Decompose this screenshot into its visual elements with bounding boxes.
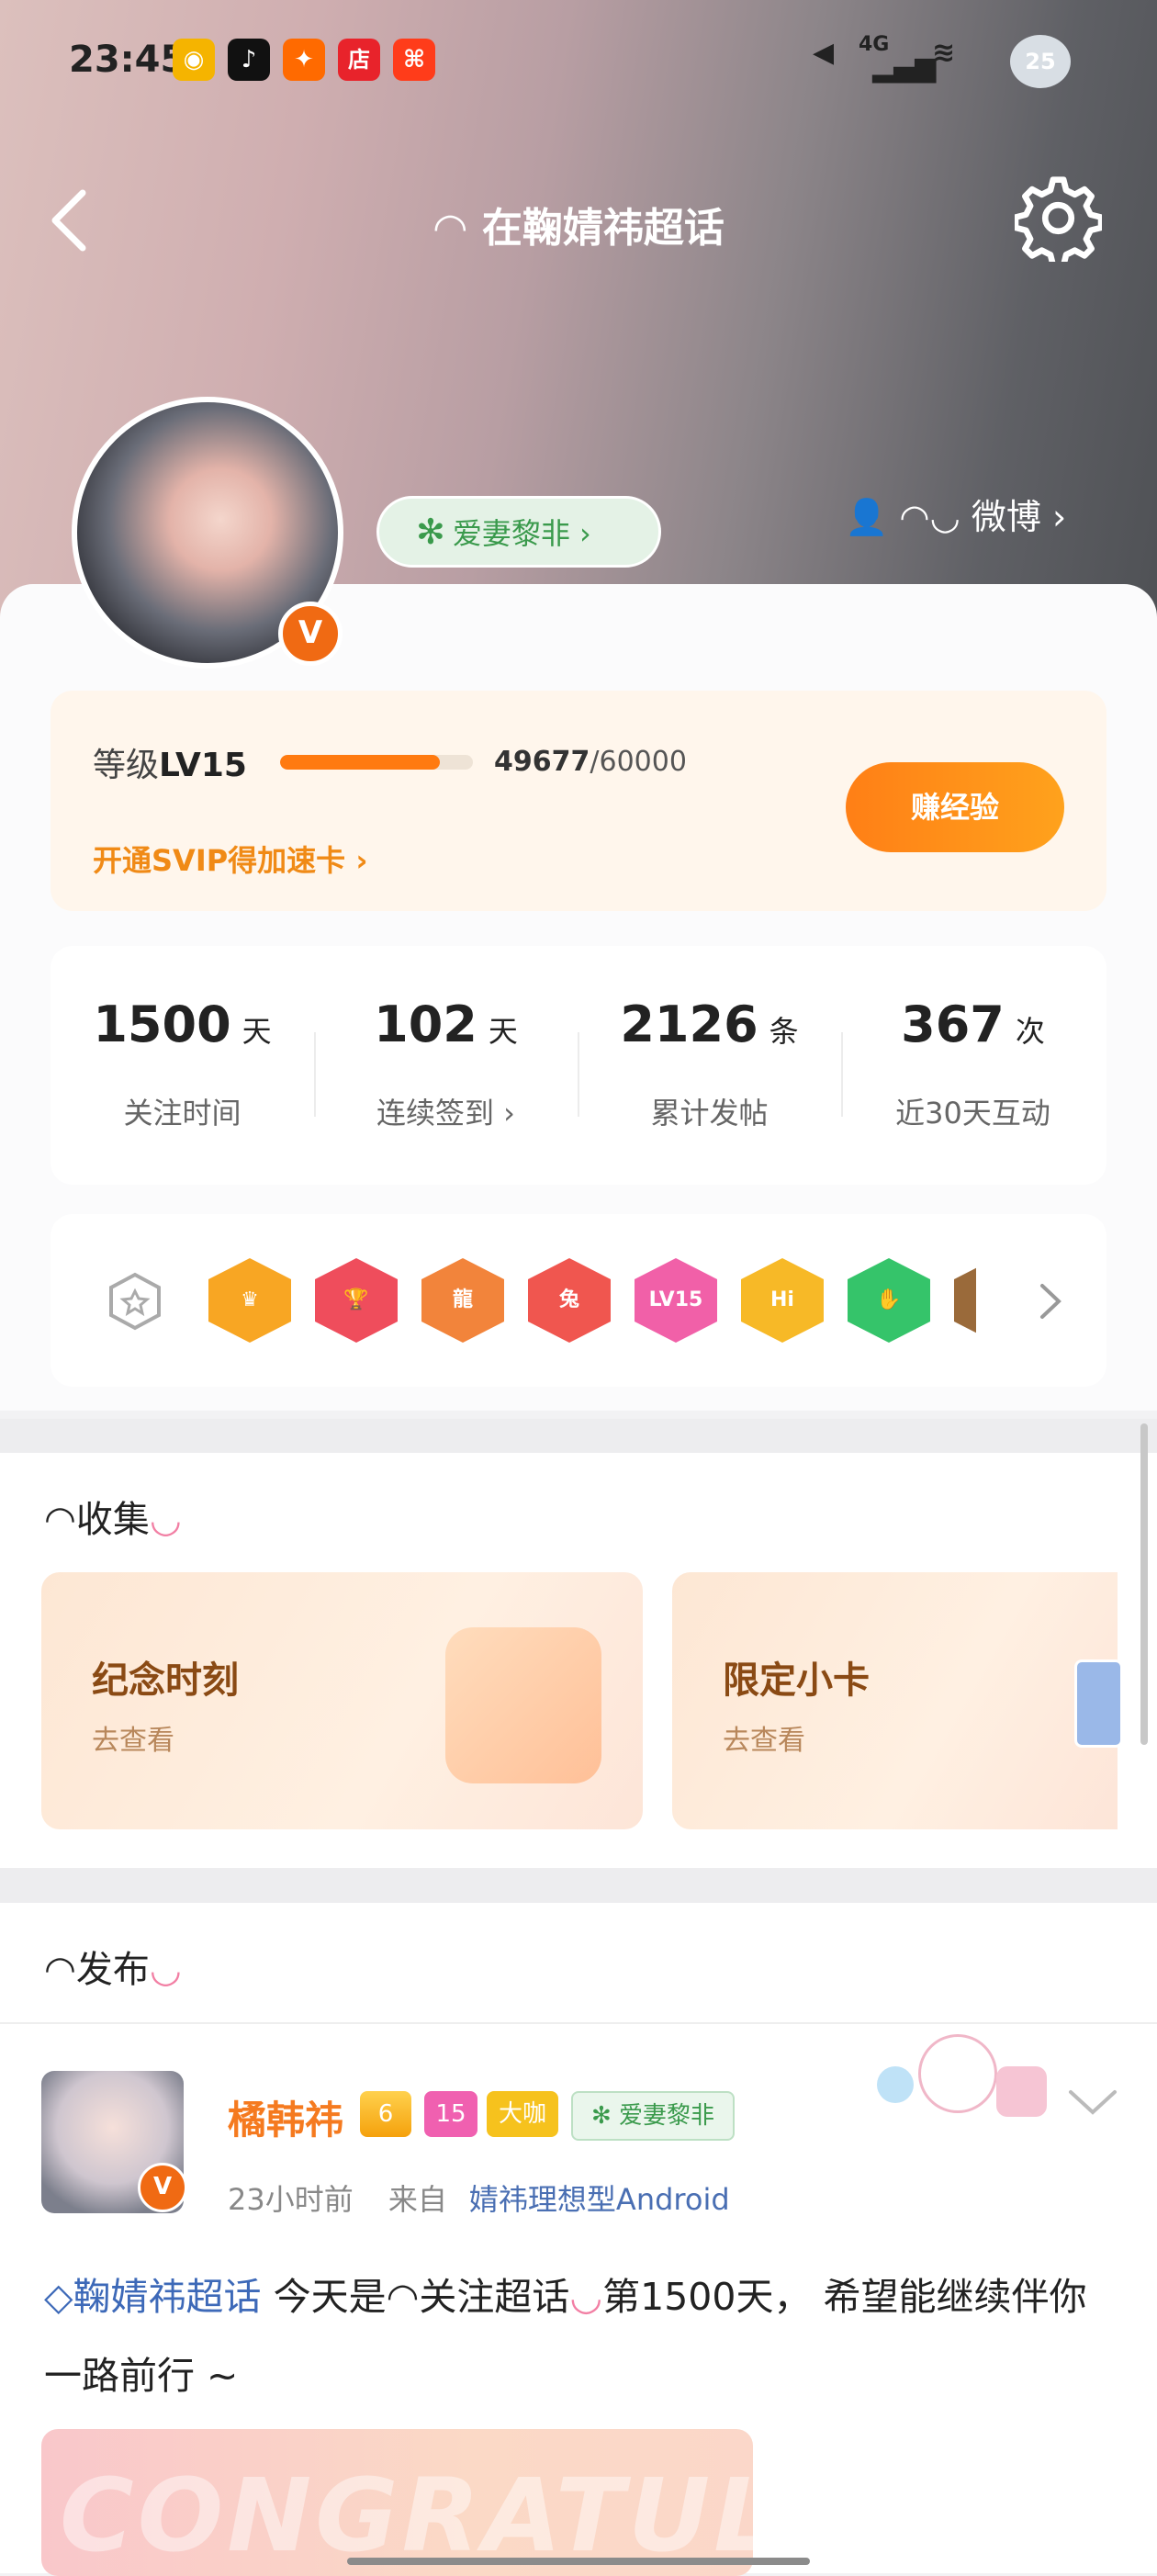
user-icon: 👤	[845, 497, 889, 537]
topic-link[interactable]: ◇鞠婧祎超话	[44, 2275, 262, 2319]
section-divider	[0, 1419, 1157, 1453]
dragon-medal-icon: 龍	[421, 1258, 504, 1350]
battery-icon: 25	[1010, 35, 1071, 88]
verified-badge-icon: V	[278, 602, 343, 666]
level-progress-fill	[280, 755, 440, 770]
stats-panel: 1500 天 关注时间 102 天 连续签到 › 2126 条 累计发帖 367 次 近…	[51, 946, 1106, 1185]
diamond-icon: ◇	[44, 2275, 73, 2319]
scrollbar[interactable]	[1140, 1423, 1148, 1745]
bun-icon: ◠◡	[899, 497, 960, 537]
post-text: ◇鞠婧祎超话 今天是◠关注超话◡第1500天， 希望能继续伴你一路前行 ~	[44, 2275, 1087, 2398]
crown-medal-icon: ♛	[208, 1258, 291, 1350]
calendar-icon	[445, 1627, 601, 1783]
crown-level-badge-icon: 6	[360, 2091, 411, 2137]
weibo-icon: ◉	[173, 39, 215, 81]
hello-kitty-decoration-icon	[877, 2030, 1061, 2121]
vip-badge: 大咖	[487, 2091, 558, 2137]
divider	[0, 2022, 1157, 2024]
hi-medal-icon: Hi	[741, 1258, 824, 1350]
collect-section: ◠收集◡ 纪念时刻 去查看 限定小卡 去查看	[0, 1453, 1157, 1868]
stat-posts: 2126 条 累计发帖	[620, 996, 799, 1131]
home-indicator[interactable]	[347, 2558, 810, 2565]
level-card: 等级LV15 49677/60000 开通SVIP得加速卡 › 赚经验	[51, 691, 1106, 911]
photo-card-icon	[1074, 1659, 1123, 1748]
bun-pink-icon: ◡	[149, 1949, 182, 1991]
stat-follow-days: 1500 天 关注时间	[93, 996, 272, 1131]
chevron-right-icon[interactable]	[1031, 1278, 1068, 1324]
diamond-level-badge-icon: 15	[424, 2091, 477, 2137]
bun-pink-icon: ◡	[149, 1499, 182, 1541]
store-icon: 店	[338, 39, 380, 81]
stat-checkin-days[interactable]: 102 天 连续签到 ›	[314, 996, 578, 1132]
chevron-right-icon: ›	[345, 843, 368, 878]
hand-medal-icon: ✋	[848, 1258, 930, 1350]
meituan-icon: ⌘	[393, 39, 435, 81]
level-label: 等级LV15	[93, 747, 247, 784]
snowflake-icon: ✻	[416, 512, 445, 552]
medal-outline-icon	[109, 1272, 161, 1331]
gear-icon[interactable]	[1015, 174, 1102, 262]
lv15-medal-icon: LV15	[635, 1258, 717, 1350]
app-icon: ✦	[283, 39, 325, 81]
snowflake-icon: ✻	[590, 2102, 620, 2130]
limited-card[interactable]: 限定小卡 去查看	[672, 1572, 1123, 1829]
verified-badge-icon: V	[138, 2163, 187, 2212]
status-bar: 23:45 ◉ ♪ ✦ 店 ⌘ ◀ 4G ▂▄▆ ≋ 25	[0, 0, 1157, 119]
section-title: ◠收集◡	[44, 1499, 182, 1541]
mute-icon: ◀	[813, 37, 835, 69]
svip-link[interactable]: 开通SVIP得加速卡 ›	[93, 838, 368, 880]
section-title: ◠发布◡	[44, 1949, 182, 1991]
douyin-icon: ♪	[228, 39, 270, 81]
top-navigation: ◠ 在鞠婧祎超话	[0, 165, 1157, 266]
fan-badge: ✻ 爱妻黎非	[571, 2091, 735, 2141]
trophy-medal-icon: 🏆	[315, 1258, 398, 1350]
bun-icon: ◠	[386, 2275, 420, 2319]
level-progress-bar	[280, 755, 473, 770]
bun-icon: ◠	[44, 1499, 76, 1541]
status-time: 23:45	[69, 39, 186, 81]
bun-icon: ◠	[44, 1949, 76, 1991]
chevron-right-icon: ›	[569, 516, 591, 551]
post-meta: 23小时前 来自 婧祎理想型Android	[228, 2182, 730, 2217]
chevron-right-icon: ›	[1051, 497, 1067, 537]
signal-icon: ▂▄▆	[872, 51, 937, 84]
chevron-down-icon[interactable]	[1065, 2085, 1120, 2121]
weibo-profile-link[interactable]: 👤 ◠◡ 微博 ›	[845, 485, 1066, 549]
section-divider	[0, 1868, 1157, 1903]
bun-icon: ◠	[432, 205, 468, 252]
post-username[interactable]: 橘韩祎	[228, 2089, 343, 2145]
page-title: ◠ 在鞠婧祎超话	[432, 205, 725, 252]
post-image[interactable]: CONGRATULATE	[41, 2429, 753, 2576]
wifi-icon: ≋	[932, 37, 956, 69]
fan-group-pill[interactable]: ✻ 爱妻黎非 ›	[376, 496, 661, 568]
exp-value: 49677/60000	[494, 746, 687, 778]
partial-medal-icon	[954, 1258, 976, 1350]
bun-pink-icon: ◡	[569, 2275, 603, 2319]
badge-wall[interactable]: ♛ 🏆 龍 兔 LV15 Hi ✋	[51, 1214, 1106, 1387]
stat-interactions: 367 次 近30天互动	[895, 996, 1050, 1131]
rabbit-medal-icon: 兔	[528, 1258, 611, 1350]
earn-exp-button[interactable]: 赚经验	[846, 762, 1064, 852]
moments-card[interactable]: 纪念时刻 去查看	[41, 1572, 643, 1829]
